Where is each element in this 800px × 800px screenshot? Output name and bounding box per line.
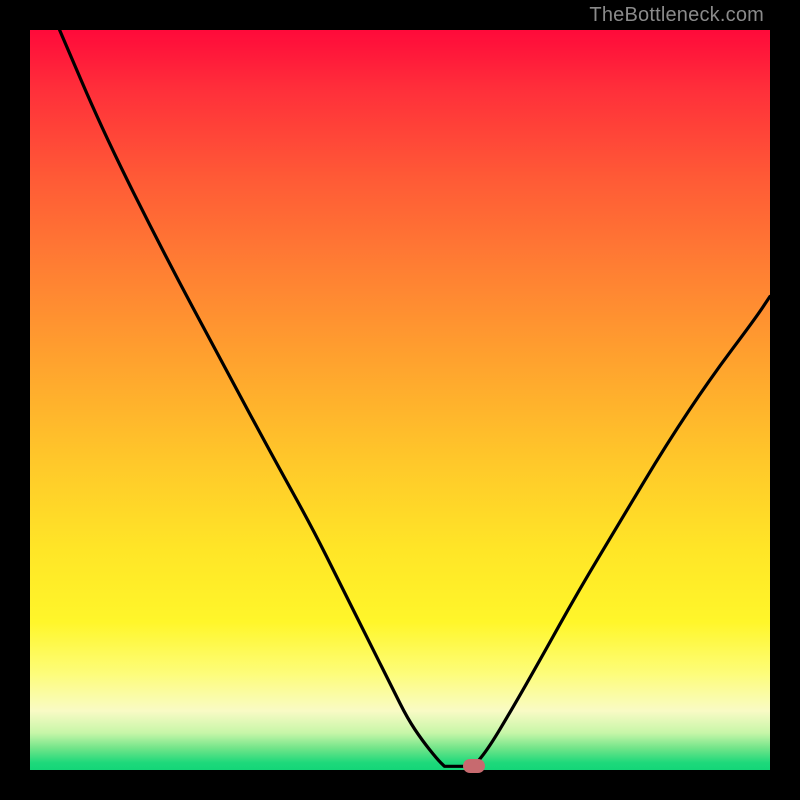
watermark-text: TheBottleneck.com [589, 4, 764, 27]
chart-frame: TheBottleneck.com [0, 0, 800, 800]
plot-area [30, 30, 770, 770]
optimal-point-marker [463, 759, 485, 773]
bottleneck-curve [30, 30, 770, 770]
